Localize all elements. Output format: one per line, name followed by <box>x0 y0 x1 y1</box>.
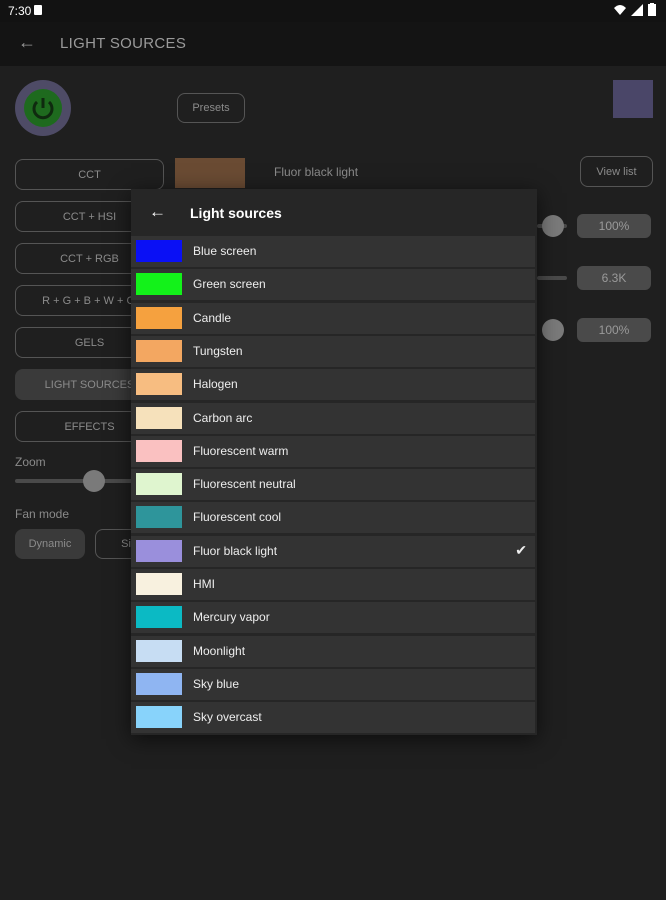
list-item[interactable]: Green screen <box>131 269 535 301</box>
list-item[interactable]: Carbon arc <box>131 402 535 434</box>
list-item-label: Halogen <box>193 377 238 392</box>
power-button[interactable] <box>15 80 71 136</box>
color-swatch <box>136 506 182 529</box>
fan-mode-label: Fan mode <box>15 507 70 521</box>
list-item-label: Fluorescent neutral <box>193 477 296 492</box>
color-swatch <box>136 373 182 396</box>
presets-button[interactable]: Presets <box>177 93 245 123</box>
zoom-slider-thumb[interactable] <box>83 470 105 492</box>
list-item[interactable]: HMI <box>131 569 535 600</box>
color-swatch <box>136 539 182 562</box>
list-item[interactable]: Candle <box>131 302 535 334</box>
zoom-slider-track[interactable] <box>15 479 145 483</box>
list-item[interactable]: Fluorescent warm <box>131 435 535 467</box>
wifi-icon <box>614 4 626 15</box>
color-swatch <box>136 306 182 329</box>
color-swatch <box>136 473 182 496</box>
list-item-label: Mercury vapor <box>193 610 270 625</box>
power-icon <box>32 98 54 120</box>
color-swatch <box>136 439 182 462</box>
value-badge-3: 100% <box>577 318 651 342</box>
list-item[interactable]: Sky overcast <box>131 702 535 734</box>
color-swatch <box>136 240 182 262</box>
list-item[interactable]: Fluor black light ✔ <box>131 535 535 567</box>
color-preview <box>613 80 653 118</box>
list-item-label: Fluorescent warm <box>193 443 289 458</box>
list-item-label: Moonlight <box>193 643 246 658</box>
color-swatch <box>136 606 182 629</box>
back-arrow-icon[interactable]: ← <box>18 32 36 53</box>
slider-track-2[interactable] <box>537 276 567 280</box>
list-item-label: Blue screen <box>193 244 257 258</box>
list-item-label: Carbon arc <box>193 410 253 425</box>
current-source-swatch <box>175 158 245 188</box>
list-item-label: HMI <box>193 577 215 591</box>
list-item-label: Green screen <box>193 277 266 292</box>
page-title: LIGHT SOURCES <box>60 35 187 52</box>
color-swatch <box>136 339 182 362</box>
mode-cct-button[interactable]: CCT <box>15 159 164 190</box>
check-icon: ✔ <box>515 541 527 558</box>
list-item[interactable]: Mercury vapor <box>131 602 535 634</box>
list-item[interactable]: Halogen <box>131 369 535 401</box>
list-item-label: Fluor black light <box>193 543 278 558</box>
view-list-button[interactable]: View list <box>580 156 653 187</box>
slider-thumb-1[interactable] <box>542 215 564 237</box>
list-item-label: Sky overcast <box>193 710 262 725</box>
list-item[interactable]: Blue screen <box>131 236 535 267</box>
list-item[interactable]: Fluorescent neutral <box>131 469 535 501</box>
list-item[interactable]: Fluorescent cool <box>131 502 535 534</box>
zoom-label: Zoom <box>15 455 46 469</box>
list-item-label: Sky blue <box>193 676 240 691</box>
fan-dynamic-button[interactable]: Dynamic <box>15 529 85 559</box>
value-badge-1: 100% <box>577 214 651 238</box>
battery-icon <box>648 3 656 16</box>
color-swatch <box>136 639 182 662</box>
dialog-back-arrow-icon[interactable]: ← <box>149 202 166 222</box>
dialog-title: Light sources <box>190 205 282 221</box>
signal-icon <box>631 3 643 16</box>
slider-thumb-3[interactable] <box>542 319 564 341</box>
list-item[interactable]: Sky blue <box>131 668 535 700</box>
list-item-label: Fluorescent cool <box>193 510 282 525</box>
color-swatch <box>136 706 182 729</box>
status-bar: 7:30 <box>0 0 666 22</box>
color-swatch <box>136 573 182 595</box>
dialog-header: ← Light sources <box>131 189 537 236</box>
list-item-label: Tungsten <box>193 343 243 358</box>
light-sources-dialog: ← Light sources Blue screen Green screen C… <box>131 189 537 735</box>
list-item[interactable]: Tungsten <box>131 335 535 367</box>
status-time: 7:30 <box>8 4 32 18</box>
value-badge-2: 6.3K <box>577 266 651 290</box>
color-swatch <box>136 273 182 296</box>
status-icons <box>614 3 656 16</box>
list-item[interactable]: Moonlight <box>131 635 535 667</box>
sd-card-icon <box>34 5 42 15</box>
app-bar: ← LIGHT SOURCES <box>0 22 666 66</box>
list-item-label: Candle <box>193 310 232 325</box>
current-source-label: Fluor black light <box>274 165 359 179</box>
color-swatch <box>136 406 182 429</box>
color-swatch <box>136 672 182 695</box>
